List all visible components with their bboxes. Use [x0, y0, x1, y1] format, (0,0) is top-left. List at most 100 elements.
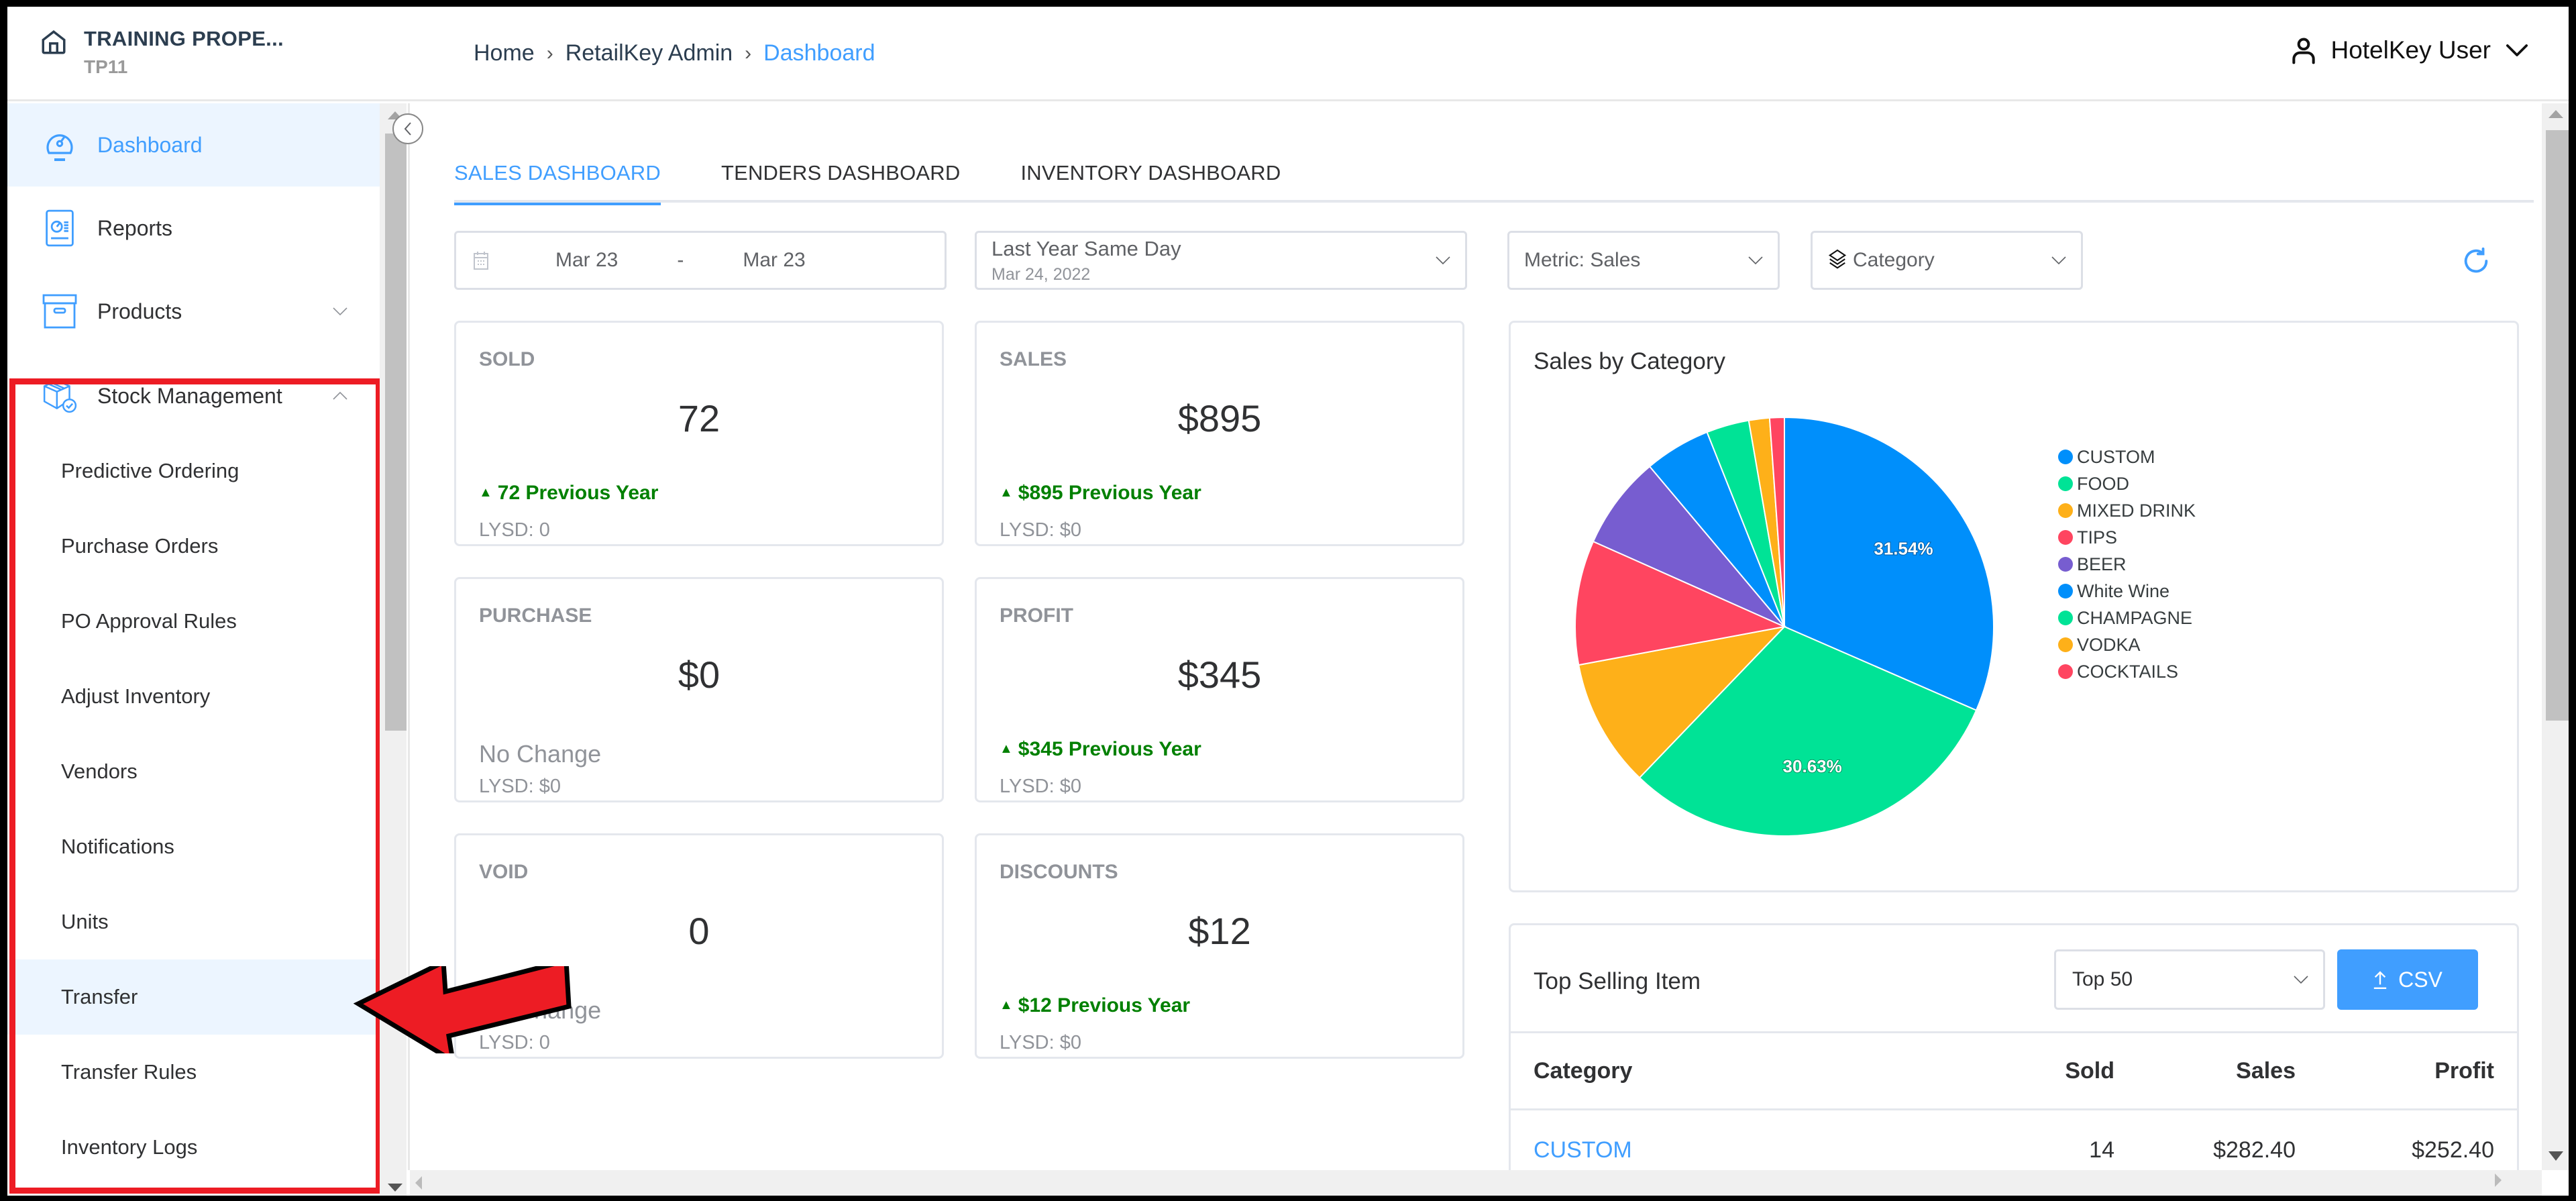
kpi-value: $345	[1177, 654, 1262, 696]
kpi-lysd: LYSD: $0	[479, 776, 561, 797]
submenu-item-po-approval-rules[interactable]: PO Approval Rules	[7, 584, 380, 659]
top-header: TRAINING PROPE... TP11 Home › RetailKey …	[7, 7, 2569, 101]
column-header-profit[interactable]: Profit	[2434, 1033, 2494, 1108]
submenu-item-purchase-orders[interactable]: Purchase Orders	[7, 509, 380, 584]
legend-item-mixed-drink[interactable]: MIXED DRINK	[2058, 497, 2196, 524]
kpi-trend-text: No Change	[479, 740, 602, 768]
dashboard-tabs: SALES DASHBOARD TENDERS DASHBOARD INVENT…	[454, 152, 2534, 205]
sidebar: Dashboard Reports Products Stock Managem…	[7, 103, 380, 1196]
legend-item-beer[interactable]: BEER	[2058, 551, 2196, 578]
kpi-lysd: LYSD: 0	[479, 519, 550, 541]
chevron-left-icon	[404, 122, 411, 136]
breadcrumb: Home › RetailKey Admin › Dashboard	[474, 40, 875, 66]
column-header-category[interactable]: Category	[1534, 1033, 1632, 1108]
collapse-sidebar-button[interactable]	[392, 113, 423, 144]
kpi-trend-text: $345 Previous Year	[1018, 738, 1201, 760]
sidebar-item-label: Dashboard	[97, 132, 203, 157]
main-scrollbar-thumb[interactable]	[2546, 130, 2569, 721]
chevron-right-icon: ›	[546, 42, 553, 64]
chevron-down-icon	[1436, 256, 1450, 265]
refresh-button[interactable]	[2461, 246, 2491, 280]
main-horizontal-scrollbar[interactable]	[410, 1170, 2542, 1196]
legend-label: BEER	[2077, 554, 2127, 574]
top-limit-select[interactable]: Top 50	[2054, 949, 2325, 1010]
column-header-sales[interactable]: Sales	[2236, 1033, 2296, 1108]
trend-up-icon: ▲	[1000, 998, 1013, 1012]
user-menu[interactable]: HotelKey User	[2289, 35, 2540, 66]
legend-marker-icon	[2058, 637, 2073, 652]
submenu-item-predictive-ordering[interactable]: Predictive Ordering	[7, 433, 380, 509]
refresh-icon	[2464, 247, 2488, 273]
legend-item-cocktails[interactable]: COCKTAILS	[2058, 658, 2196, 685]
chevron-down-icon	[1748, 256, 1763, 265]
sidebar-item-stock-management[interactable]: Stock Management	[7, 354, 380, 437]
submenu-item-vendors[interactable]: Vendors	[7, 734, 380, 809]
trend-up-icon: ▲	[1000, 485, 1013, 500]
compare-period-label: Last Year Same Day	[991, 236, 1181, 260]
metric-select[interactable]: Metric: Sales	[1507, 231, 1780, 290]
tab-sales-dashboard[interactable]: SALES DASHBOARD	[454, 152, 661, 205]
scroll-down-arrow-icon[interactable]	[2548, 1151, 2563, 1161]
submenu-item-notifications[interactable]: Notifications	[7, 809, 380, 884]
kpi-value: $12	[1188, 910, 1251, 952]
legend-item-white-wine[interactable]: White Wine	[2058, 578, 2196, 605]
tab-inventory-dashboard[interactable]: INVENTORY DASHBOARD	[1020, 152, 1281, 203]
submenu-item-inventory-logs[interactable]: Inventory Logs	[7, 1110, 380, 1185]
kpi-card-sales: SALES $895 ▲ $895 Previous Year LYSD: $0	[975, 321, 1464, 546]
date-separator: -	[677, 249, 684, 271]
sidebar-item-reports[interactable]: Reports	[7, 187, 380, 270]
scroll-down-arrow-icon[interactable]	[388, 1184, 402, 1192]
scroll-left-arrow-icon[interactable]	[415, 1176, 422, 1190]
sidebar-item-products[interactable]: Products	[7, 270, 380, 353]
breadcrumb-home[interactable]: Home	[474, 40, 535, 66]
sidebar-item-label: Reports	[97, 215, 173, 240]
scroll-up-arrow-icon[interactable]	[2548, 110, 2563, 118]
scroll-right-arrow-icon[interactable]	[2495, 1173, 2502, 1187]
box-icon	[41, 293, 78, 330]
kpi-label: SOLD	[479, 348, 535, 370]
kpi-label: VOID	[479, 861, 529, 883]
tab-tenders-dashboard[interactable]: TENDERS DASHBOARD	[721, 152, 961, 203]
submenu-item-units[interactable]: Units	[7, 884, 380, 959]
chart-legend: CUSTOM FOOD MIXED DRINK TIPS BEER White Wine C…	[2058, 443, 2196, 685]
main-vertical-scrollbar[interactable]	[2542, 103, 2569, 1170]
chevron-down-icon	[2294, 976, 2308, 984]
legend-item-tips[interactable]: TIPS	[2058, 524, 2196, 551]
submenu-item-transfer-rules[interactable]: Transfer Rules	[7, 1035, 380, 1110]
legend-item-champagne[interactable]: CHAMPAGNE	[2058, 605, 2196, 631]
legend-label: CHAMPAGNE	[2077, 607, 2193, 628]
kpi-value: $895	[1177, 397, 1262, 439]
sidebar-scrollbar-thumb[interactable]	[385, 134, 407, 731]
sidebar-scrollbar[interactable]	[380, 103, 407, 1196]
metric-value: Metric: Sales	[1524, 249, 1641, 271]
kpi-lysd: LYSD: $0	[1000, 776, 1081, 797]
export-csv-label: CSV	[2398, 967, 2443, 992]
date-range-picker[interactable]: Mar 23 - Mar 23	[454, 231, 947, 290]
date-start[interactable]: Mar 23	[555, 249, 618, 272]
legend-item-vodka[interactable]: VODKA	[2058, 631, 2196, 658]
legend-item-custom[interactable]: CUSTOM	[2058, 443, 2196, 470]
pie-data-label: 30.63%	[1783, 756, 1842, 776]
main-content: SALES DASHBOARD TENDERS DASHBOARD INVENT…	[408, 103, 2534, 1192]
legend-label: MIXED DRINK	[2077, 500, 2196, 521]
report-icon	[41, 209, 78, 247]
kpi-card-void: VOID 0 No Change LYSD: 0	[454, 833, 944, 1059]
column-header-sold[interactable]: Sold	[2065, 1033, 2114, 1108]
kpi-lysd: LYSD: $0	[1000, 519, 1081, 541]
compare-period-select[interactable]: Last Year Same Day Mar 24, 2022	[975, 231, 1467, 290]
sidebar-item-dashboard[interactable]: Dashboard	[7, 103, 380, 187]
sidebar-item-label: Stock Management	[97, 383, 282, 408]
app-window: TRAINING PROPE... TP11 Home › RetailKey …	[7, 7, 2569, 1196]
submenu-item-adjust-inventory[interactable]: Adjust Inventory	[7, 659, 380, 734]
property-selector[interactable]: TRAINING PROPE... TP11	[40, 27, 284, 78]
kpi-label: PURCHASE	[479, 605, 592, 627]
breadcrumb-retailkey-admin[interactable]: RetailKey Admin	[566, 40, 733, 66]
legend-item-food[interactable]: FOOD	[2058, 470, 2196, 497]
group-by-select[interactable]: Category	[1811, 231, 2083, 290]
kpi-card-sold: SOLD 72 ▲ 72 Previous Year LYSD: 0	[454, 321, 944, 546]
date-end[interactable]: Mar 23	[743, 249, 805, 272]
submenu-item-transfer[interactable]: Transfer	[7, 959, 380, 1035]
export-csv-button[interactable]: CSV	[2337, 949, 2478, 1010]
kpi-trend: ▲ 72 Previous Year	[479, 482, 658, 505]
table-header: Category Sold Sales Profit	[1511, 1031, 2517, 1110]
